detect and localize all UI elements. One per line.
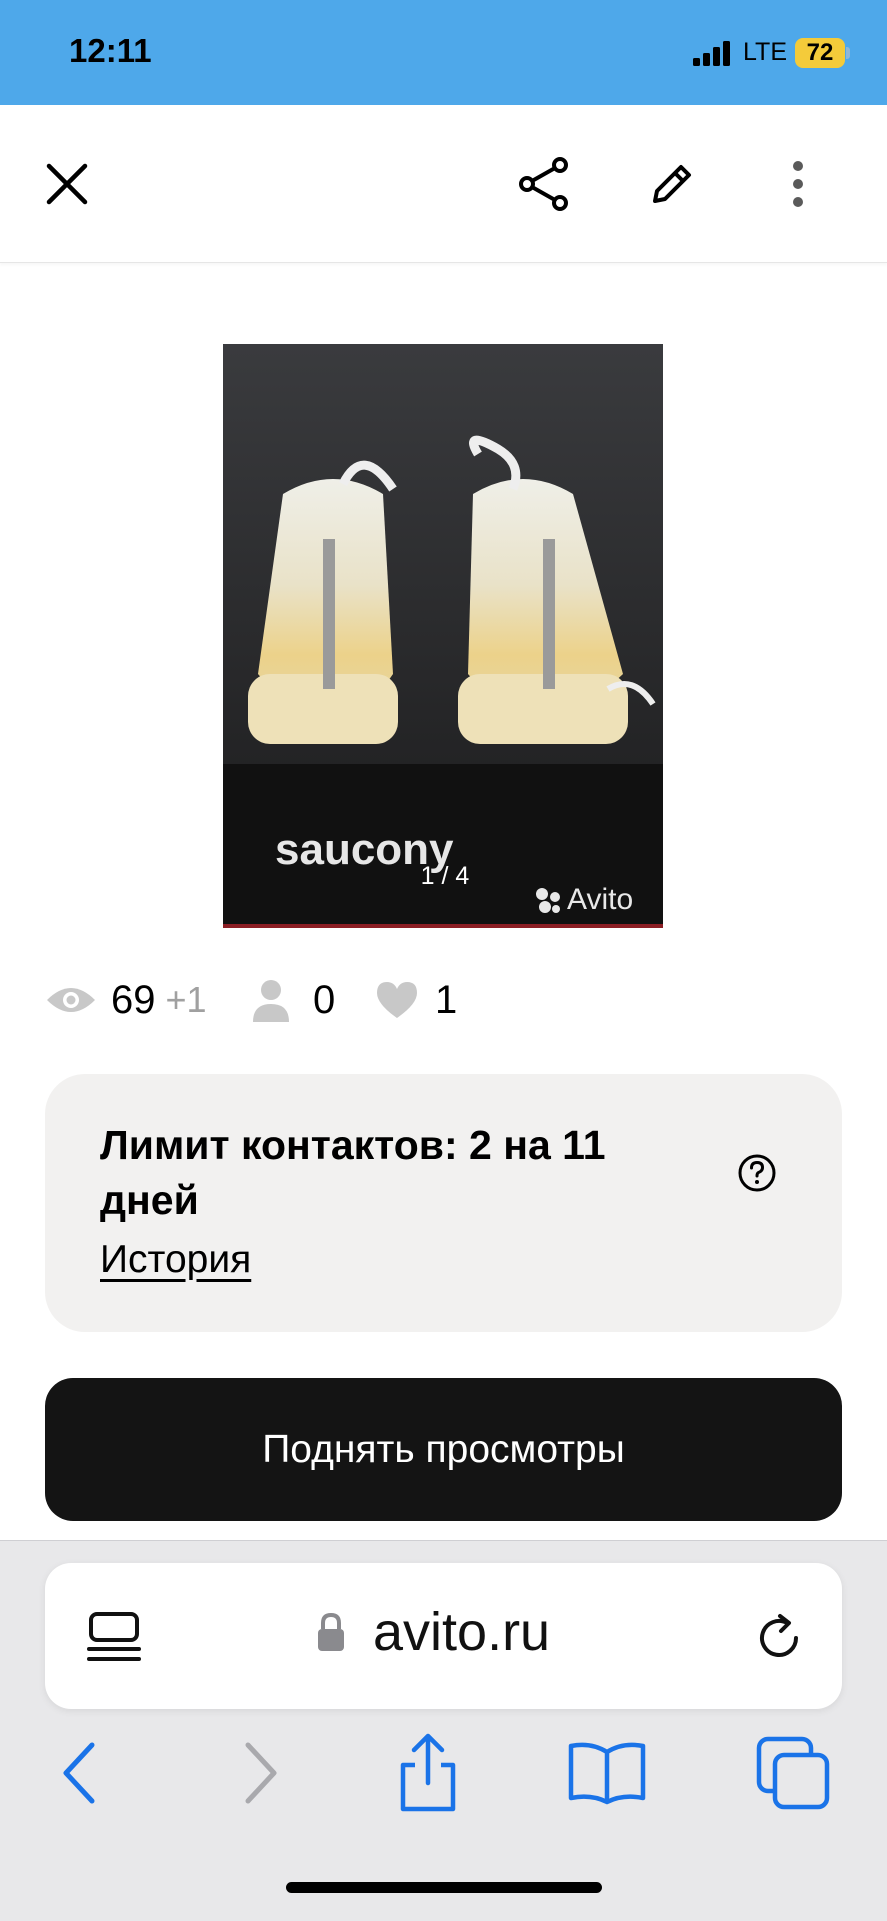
book-icon (568, 1742, 646, 1805)
back-button[interactable] (40, 1728, 120, 1818)
battery-indicator: 72 (795, 38, 845, 68)
close-icon (46, 163, 88, 205)
contact-limit-card: Лимит контактов: 2 на 11 дней История (45, 1074, 842, 1332)
edit-button[interactable] (640, 152, 704, 216)
browser-share-button[interactable] (388, 1728, 468, 1818)
more-vertical-icon (793, 161, 803, 207)
share-icon (519, 157, 568, 211)
views-stat: 69 +1 (45, 975, 207, 1025)
bookmarks-button[interactable] (567, 1728, 647, 1818)
avito-watermark: Avito (533, 883, 633, 917)
tabs-button[interactable] (753, 1728, 833, 1818)
listing-stats: 69 +1 0 1 (45, 975, 565, 1025)
status-time: 12:11 (69, 32, 152, 69)
forward-button[interactable] (220, 1728, 300, 1818)
more-button[interactable] (766, 152, 830, 216)
reader-mode-icon[interactable] (85, 1608, 143, 1666)
views-delta: +1 (165, 979, 207, 1020)
close-button[interactable] (35, 152, 99, 216)
home-indicator (286, 1882, 602, 1893)
person-icon (253, 980, 289, 1022)
network-type: LTE (743, 38, 787, 66)
avito-watermark-text: Avito (567, 883, 634, 916)
help-icon[interactable] (737, 1153, 777, 1193)
tabs-icon (756, 1736, 830, 1810)
signal-icon (693, 41, 730, 66)
share-button[interactable] (512, 152, 576, 216)
pencil-icon (653, 165, 691, 203)
views-count: 69 (111, 977, 156, 1022)
top-nav (0, 105, 887, 263)
favorites-count: 1 (435, 977, 458, 1022)
promote-views-button[interactable]: Поднять просмотры (45, 1378, 842, 1521)
eye-icon (47, 988, 95, 1012)
contacts-stat: 0 (251, 975, 335, 1025)
avito-logo-icon (536, 888, 560, 913)
battery-tip (846, 47, 850, 59)
address-bar[interactable]: avito.ru (45, 1563, 842, 1709)
url-text: avito.ru (373, 1602, 551, 1662)
chevron-right-icon (245, 1742, 277, 1804)
chevron-left-icon (63, 1742, 95, 1804)
reload-icon[interactable] (750, 1608, 808, 1666)
contact-limit-title: Лимит контактов: 2 на 11 дней (100, 1122, 606, 1223)
share-up-icon (400, 1733, 456, 1812)
history-link[interactable]: История (100, 1238, 251, 1282)
contacts-count: 0 (313, 977, 336, 1022)
favorites-stat: 1 (375, 975, 457, 1025)
status-bar: 12:11 LTE 72 (0, 0, 887, 105)
lock-icon (318, 1612, 344, 1651)
photo-brand-text: saucony (275, 825, 454, 874)
heart-icon (377, 982, 417, 1018)
